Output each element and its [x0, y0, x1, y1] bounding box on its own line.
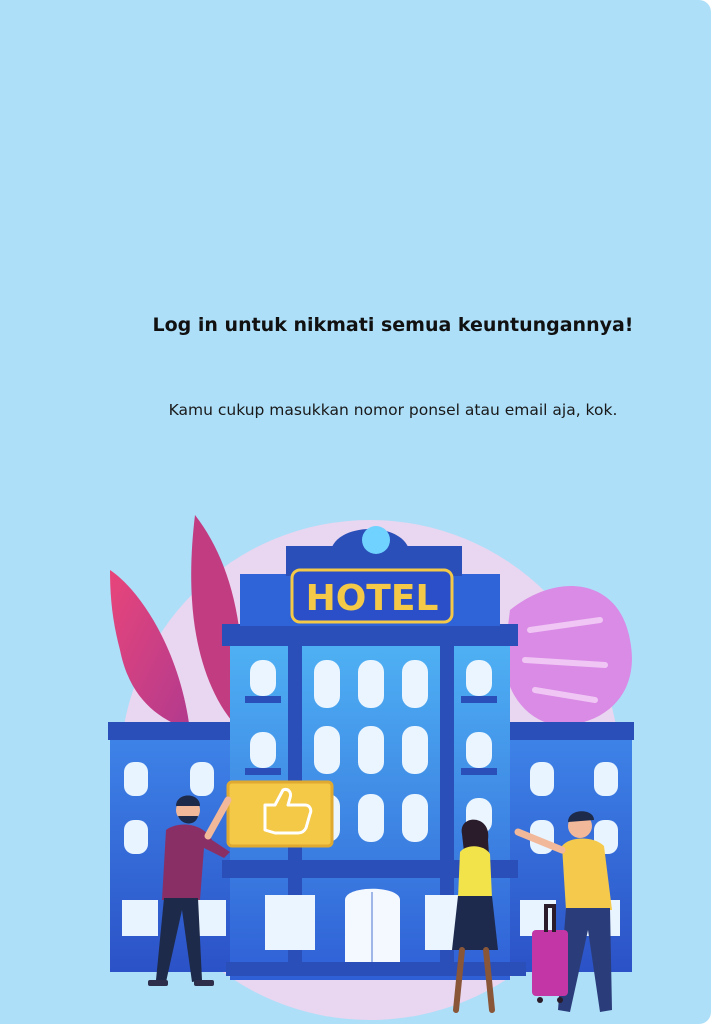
monstera-leaf-decoration [504, 586, 632, 726]
page-subtitle: Kamu cukup masukkan nomor ponsel atau em… [168, 401, 618, 419]
page-title: Log in untuk nikmati semua keuntungannya… [152, 314, 634, 336]
thumbs-up-icon [226, 780, 334, 848]
hotel-sign-text: HOTEL [306, 578, 439, 619]
hotel-illustration: HOTEL [108, 515, 634, 1020]
login-illustration-panel: Log in untuk nikmati semua keuntungannya… [0, 0, 711, 1024]
